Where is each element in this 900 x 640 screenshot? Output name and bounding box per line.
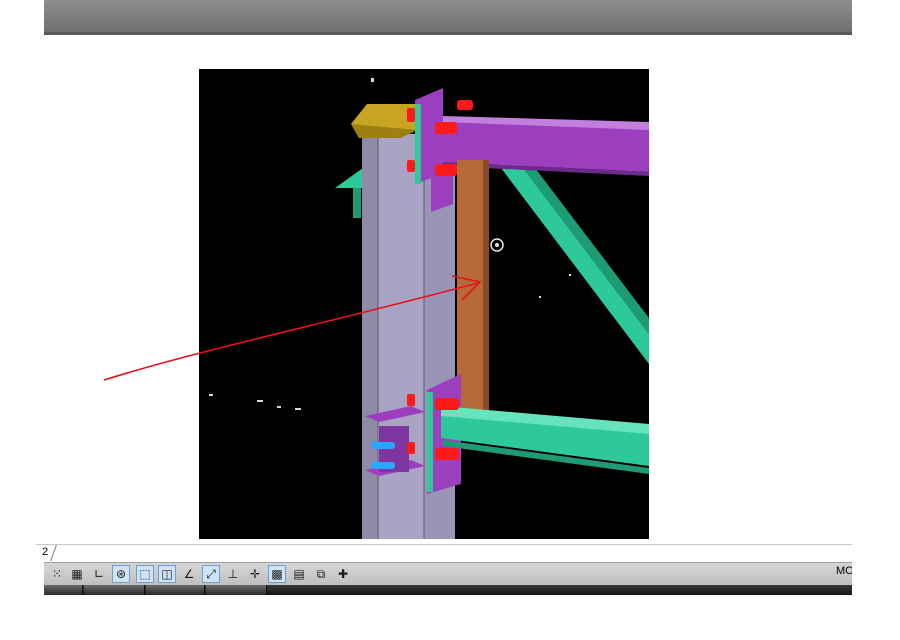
title-bar bbox=[44, 0, 852, 35]
selection-cycling-button[interactable]: ⧉ bbox=[312, 565, 330, 583]
otrack-icon: ∠ bbox=[183, 567, 195, 581]
taskbar-button[interactable] bbox=[44, 585, 83, 595]
status-bar: MODEL ⁙ ▦ ∟ ⊛ ⬚ ◫ ∠ ⤢ ⊥ ✛ ▩ ▤ ⧉ ✚ bbox=[44, 562, 852, 586]
polar-icon: ⊛ bbox=[115, 567, 127, 581]
object-snap-button[interactable]: ⬚ bbox=[136, 565, 154, 583]
quick-props-icon: ▤ bbox=[293, 567, 305, 581]
taskbar bbox=[44, 585, 852, 595]
dyn-icon: ⊥ bbox=[227, 567, 239, 581]
steel-connection-model bbox=[209, 78, 649, 539]
side-bracket bbox=[335, 168, 363, 188]
main-column-flange-left bbox=[362, 134, 378, 539]
taskbar-button[interactable] bbox=[146, 585, 205, 595]
dynamic-ucs-button[interactable]: ⤢ bbox=[202, 565, 220, 583]
diagonal-brace bbox=[495, 160, 649, 364]
transparency-button[interactable]: ▩ bbox=[268, 565, 286, 583]
taskbar-button[interactable] bbox=[206, 585, 267, 595]
lineweight-button[interactable]: ✛ bbox=[246, 565, 264, 583]
drawing-viewport[interactable] bbox=[199, 64, 649, 539]
3d-object-snap-button[interactable]: ◫ bbox=[158, 565, 176, 583]
taskbar-button[interactable] bbox=[84, 585, 145, 595]
transparency-icon: ▩ bbox=[271, 567, 283, 581]
sel-cycle-icon: ⧉ bbox=[316, 567, 326, 581]
main-column-web bbox=[378, 134, 424, 539]
model-space-toggle[interactable]: MODEL bbox=[836, 565, 852, 583]
snap-grid-icon: ⁙ bbox=[51, 567, 63, 581]
dynamic-input-button[interactable]: ⊥ bbox=[224, 565, 242, 583]
ortho-mode-button[interactable]: ∟ bbox=[90, 565, 108, 583]
layout-tab-strip: 2 bbox=[36, 544, 852, 562]
snap-mode-button[interactable]: ⁙ bbox=[48, 565, 66, 583]
layout-tab[interactable]: 2 bbox=[42, 546, 48, 558]
annotation-monitor-button[interactable]: ✚ bbox=[334, 565, 352, 583]
grid-icon: ▦ bbox=[71, 567, 83, 581]
ducs-icon: ⤢ bbox=[206, 567, 216, 581]
tab-separator bbox=[50, 545, 57, 561]
3d-osnap-icon: ◫ bbox=[161, 567, 173, 581]
grid-display-button[interactable]: ▦ bbox=[68, 565, 86, 583]
polar-tracking-button[interactable]: ⊛ bbox=[112, 565, 130, 583]
crosshair-cursor-icon bbox=[490, 238, 504, 252]
osnap-icon: ⬚ bbox=[139, 567, 151, 581]
quick-properties-button[interactable]: ▤ bbox=[290, 565, 308, 583]
ortho-icon: ∟ bbox=[93, 567, 105, 581]
lineweight-icon: ✛ bbox=[249, 567, 261, 581]
plus-icon: ✚ bbox=[337, 567, 349, 581]
object-snap-tracking-button[interactable]: ∠ bbox=[180, 565, 198, 583]
